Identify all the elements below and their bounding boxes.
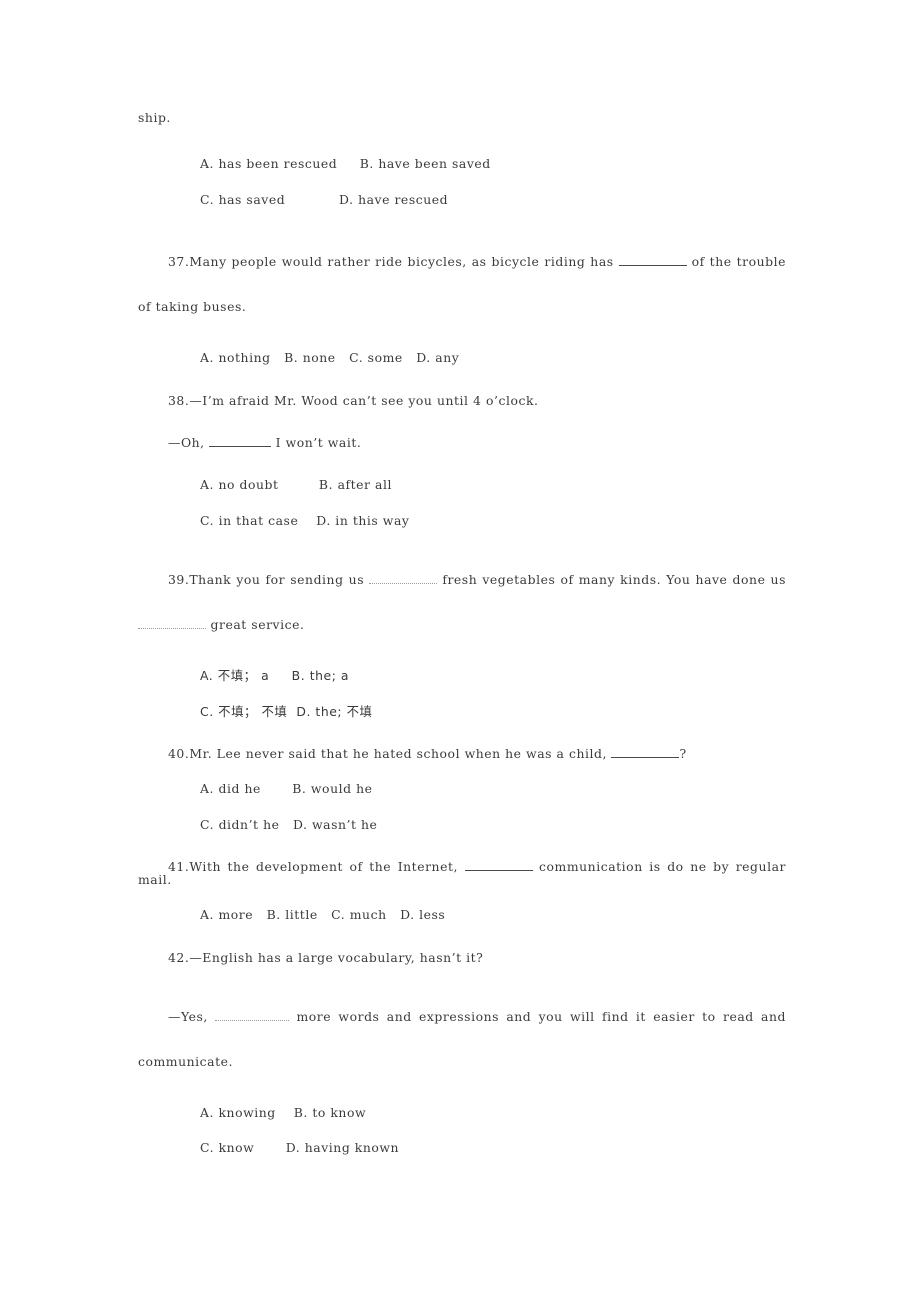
stem-text-before-blank: Many people would rather ride bicycles, …	[189, 254, 619, 270]
stem-text: —I’m afraid Mr. Wood can’t see you until…	[189, 392, 539, 408]
answer-blank[interactable]	[369, 583, 438, 585]
question-block-37: 37.Many people would rather ride bicycle…	[138, 239, 786, 364]
question-block-40: 40.Mr. Lee never said that he hated scho…	[138, 746, 786, 831]
exam-worksheet-page: ship. A. has been rescued B. have been s…	[0, 0, 920, 1302]
question-stem: 37.Many people would rather ride bicycle…	[138, 239, 786, 329]
question-block-39: 39.Thank you for sending us fresh vegeta…	[138, 557, 786, 718]
answer-blank[interactable]	[611, 757, 680, 759]
question-block-38: 38.—I’m afraid Mr. Wood can’t see you un…	[138, 392, 786, 528]
stem-text-after-blank: great service.	[206, 617, 305, 633]
stem-text: —English has a large vocabulary, hasn’t …	[189, 949, 484, 965]
question-block-36: A. has been rescued B. have been saved C…	[138, 157, 786, 206]
question-block-42: 42.—English has a large vocabulary, hasn…	[138, 949, 786, 1155]
question-stem: 42.—English has a large vocabulary, hasn…	[138, 949, 786, 965]
option-row[interactable]: A. did he B. would he	[138, 783, 786, 796]
question-number: 42.	[168, 949, 190, 965]
option-row[interactable]: A. more B. little C. much D. less	[138, 908, 786, 921]
answer-blank[interactable]	[209, 446, 272, 448]
option-row[interactable]: A. nothing B. none C. some D. any	[138, 351, 786, 364]
stem-text-middle: fresh vegetables of many kinds. You have…	[437, 572, 786, 588]
option-row[interactable]: C. has saved D. have rescued	[138, 193, 786, 206]
answer-blank[interactable]	[215, 1019, 290, 1021]
reply-text-before-blank: —Yes,	[168, 1008, 216, 1024]
option-row[interactable]: C. know D. having known	[138, 1141, 786, 1154]
question-reply-line: —Oh, I won’t wait.	[138, 435, 786, 451]
reply-text-after-blank: I won’t wait.	[271, 435, 362, 451]
stem-text-before-blank: Mr. Lee never said that he hated school …	[189, 746, 612, 762]
answer-blank[interactable]	[618, 265, 687, 267]
option-row[interactable]: C. didn’t he D. wasn’t he	[138, 818, 786, 831]
answer-blank[interactable]	[138, 628, 206, 630]
answer-blank[interactable]	[464, 870, 533, 872]
page-content: ship. A. has been rescued B. have been s…	[138, 110, 786, 1155]
question-reply-line: —Yes, more words and expressions and you…	[138, 994, 786, 1084]
stem-text-after-blank: ?	[679, 746, 687, 762]
question-stem: 40.Mr. Lee never said that he hated scho…	[138, 746, 786, 762]
question-block-41: 41.With the development of the Internet,…	[138, 859, 786, 921]
option-row[interactable]: A. no doubt B. after all	[138, 479, 786, 492]
option-row[interactable]: A. has been rescued B. have been saved	[138, 157, 786, 170]
question-stem: 38.—I’m afraid Mr. Wood can’t see you un…	[138, 392, 786, 408]
question-stem: 39.Thank you for sending us fresh vegeta…	[138, 557, 786, 647]
question-number: 38.	[168, 392, 190, 408]
option-row[interactable]: C. in that case D. in this way	[138, 514, 786, 527]
reply-text-before-blank: —Oh,	[168, 435, 210, 451]
option-row[interactable]: A. knowing B. to know	[138, 1106, 786, 1119]
stem-text-before-blank: Thank you for sending us	[189, 572, 370, 588]
question-number: 40.	[168, 746, 190, 762]
reply-text-after-blank: more words and expressions and you will …	[138, 1008, 786, 1069]
question-number: 39.	[168, 572, 190, 588]
stem-text-before-blank: With the development of the Internet,	[189, 859, 465, 875]
question-stem: 41.With the development of the Internet,…	[138, 859, 786, 886]
question-number: 37.	[168, 254, 190, 270]
carryover-text: ship.	[138, 110, 171, 125]
option-row[interactable]: A. 不填； a B. the; a	[138, 669, 786, 682]
option-row[interactable]: C. 不填； 不填 D. the; 不填	[138, 705, 786, 718]
